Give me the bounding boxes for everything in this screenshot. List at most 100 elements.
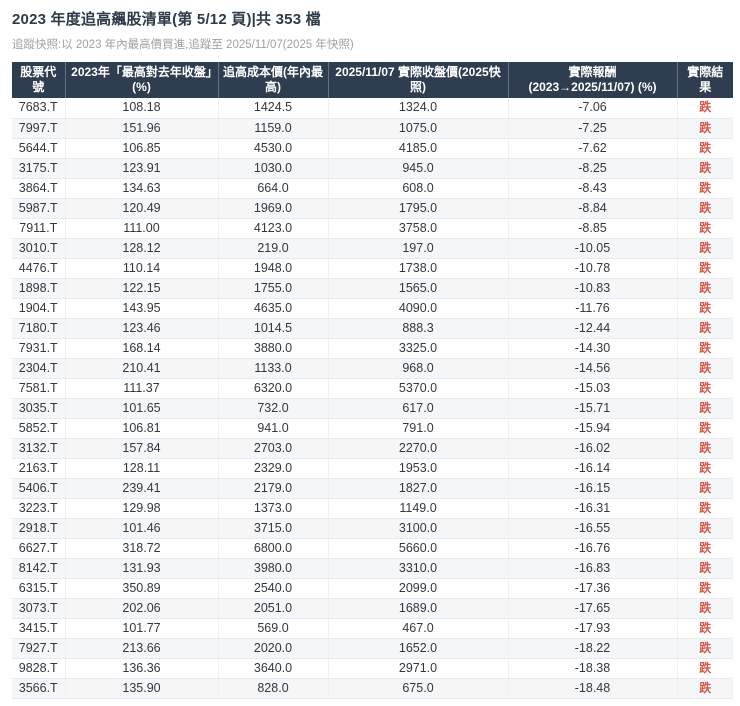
cell-actual_return: -16.02 <box>508 438 678 459</box>
cell-cost_price: 4635.0 <box>218 298 329 319</box>
cell-code: 7911.T <box>12 218 66 239</box>
cell-code: 8142.T <box>12 558 66 579</box>
cell-close_price: 1075.0 <box>328 118 509 139</box>
cell-actual_return: -15.71 <box>508 398 678 419</box>
cell-result: 跌 <box>677 398 733 419</box>
cell-close_price: 1565.0 <box>328 278 509 299</box>
cell-close_price: 945.0 <box>328 158 509 179</box>
cell-result: 跌 <box>677 278 733 299</box>
cell-code: 5644.T <box>12 138 66 159</box>
table-row: 3035.T 101.65 732.0 617.0 -15.71 跌 <box>12 398 733 419</box>
cell-surge_pct: 210.41 <box>65 358 219 379</box>
cell-cost_price: 569.0 <box>218 618 329 639</box>
cell-cost_price: 6320.0 <box>218 378 329 399</box>
cell-close_price: 1149.0 <box>328 498 509 519</box>
cell-cost_price: 1014.5 <box>218 318 329 339</box>
cell-surge_pct: 202.06 <box>65 598 219 619</box>
table-row: 1898.T 122.15 1755.0 1565.0 -10.83 跌 <box>12 278 733 299</box>
cell-cost_price: 4530.0 <box>218 138 329 159</box>
cell-actual_return: -16.55 <box>508 518 678 539</box>
cell-result: 跌 <box>677 438 733 459</box>
stocks-table: 股票代號 2023年「最高對去年收盤」(%) 追高成本價(年內最高) 2025/11/… <box>12 62 733 699</box>
cell-close_price: 1738.0 <box>328 258 509 279</box>
table-row: 2918.T 101.46 3715.0 3100.0 -16.55 跌 <box>12 518 733 539</box>
cell-actual_return: -15.94 <box>508 418 678 439</box>
cell-surge_pct: 120.49 <box>65 198 219 219</box>
cell-result: 跌 <box>677 318 733 339</box>
cell-close_price: 968.0 <box>328 358 509 379</box>
cell-cost_price: 2051.0 <box>218 598 329 619</box>
cell-actual_return: -16.76 <box>508 538 678 559</box>
cell-surge_pct: 128.12 <box>65 238 219 259</box>
cell-code: 9828.T <box>12 658 66 679</box>
table-row: 7931.T 168.14 3880.0 3325.0 -14.30 跌 <box>12 338 733 359</box>
cell-close_price: 5660.0 <box>328 538 509 559</box>
cell-close_price: 1324.0 <box>328 98 509 119</box>
cell-actual_return: -18.38 <box>508 658 678 679</box>
table-row: 5644.T 106.85 4530.0 4185.0 -7.62 跌 <box>12 138 733 159</box>
cell-code: 1904.T <box>12 298 66 319</box>
cell-result: 跌 <box>677 498 733 519</box>
cell-close_price: 1827.0 <box>328 478 509 499</box>
cell-result: 跌 <box>677 218 733 239</box>
cell-cost_price: 6800.0 <box>218 538 329 559</box>
cell-result: 跌 <box>677 678 733 699</box>
cell-cost_price: 1948.0 <box>218 258 329 279</box>
cell-surge_pct: 136.36 <box>65 658 219 679</box>
table-row: 5406.T 239.41 2179.0 1827.0 -16.15 跌 <box>12 478 733 499</box>
cell-result: 跌 <box>677 658 733 679</box>
cell-close_price: 5370.0 <box>328 378 509 399</box>
cell-cost_price: 941.0 <box>218 418 329 439</box>
table-row: 3566.T 135.90 828.0 675.0 -18.48 跌 <box>12 678 733 699</box>
cell-result: 跌 <box>677 238 733 259</box>
table-row: 2163.T 128.11 2329.0 1953.0 -16.14 跌 <box>12 458 733 479</box>
table-row: 7997.T 151.96 1159.0 1075.0 -7.25 跌 <box>12 118 733 139</box>
cell-cost_price: 2329.0 <box>218 458 329 479</box>
cell-surge_pct: 111.00 <box>65 218 219 239</box>
cell-code: 7927.T <box>12 638 66 659</box>
cell-code: 3175.T <box>12 158 66 179</box>
cell-actual_return: -18.48 <box>508 678 678 699</box>
cell-actual_return: -10.78 <box>508 258 678 279</box>
table-row: 4476.T 110.14 1948.0 1738.0 -10.78 跌 <box>12 258 733 279</box>
cell-result: 跌 <box>677 478 733 499</box>
cell-cost_price: 3980.0 <box>218 558 329 579</box>
table-row: 3415.T 101.77 569.0 467.0 -17.93 跌 <box>12 618 733 639</box>
cell-code: 7683.T <box>12 98 66 119</box>
cell-actual_return: -17.65 <box>508 598 678 619</box>
table-row: 6315.T 350.89 2540.0 2099.0 -17.36 跌 <box>12 578 733 599</box>
cell-close_price: 1689.0 <box>328 598 509 619</box>
cell-close_price: 4090.0 <box>328 298 509 319</box>
cell-close_price: 675.0 <box>328 678 509 699</box>
column-header-cost_price: 追高成本價(年內最高) <box>218 62 329 98</box>
cell-code: 3566.T <box>12 678 66 699</box>
cell-surge_pct: 129.98 <box>65 498 219 519</box>
cell-surge_pct: 101.77 <box>65 618 219 639</box>
cell-result: 跌 <box>677 518 733 539</box>
column-header-surge_pct: 2023年「最高對去年收盤」(%) <box>65 62 219 98</box>
cell-cost_price: 1030.0 <box>218 158 329 179</box>
cell-code: 3010.T <box>12 238 66 259</box>
cell-surge_pct: 128.11 <box>65 458 219 479</box>
cell-surge_pct: 101.46 <box>65 518 219 539</box>
cell-surge_pct: 106.85 <box>65 138 219 159</box>
cell-cost_price: 2020.0 <box>218 638 329 659</box>
table-row: 3223.T 129.98 1373.0 1149.0 -16.31 跌 <box>12 498 733 519</box>
cell-result: 跌 <box>677 198 733 219</box>
cell-cost_price: 219.0 <box>218 238 329 259</box>
cell-actual_return: -17.36 <box>508 578 678 599</box>
table-header: 股票代號 2023年「最高對去年收盤」(%) 追高成本價(年內最高) 2025/11/… <box>12 62 733 98</box>
cell-actual_return: -18.22 <box>508 638 678 659</box>
cell-actual_return: -7.25 <box>508 118 678 139</box>
cell-actual_return: -10.83 <box>508 278 678 299</box>
cell-surge_pct: 239.41 <box>65 478 219 499</box>
table-row: 3175.T 123.91 1030.0 945.0 -8.25 跌 <box>12 158 733 179</box>
cell-code: 6627.T <box>12 538 66 559</box>
cell-close_price: 2099.0 <box>328 578 509 599</box>
cell-actual_return: -10.05 <box>508 238 678 259</box>
cell-cost_price: 3640.0 <box>218 658 329 679</box>
cell-result: 跌 <box>677 578 733 599</box>
table-row: 5852.T 106.81 941.0 791.0 -15.94 跌 <box>12 418 733 439</box>
cell-surge_pct: 350.89 <box>65 578 219 599</box>
cell-code: 7997.T <box>12 118 66 139</box>
